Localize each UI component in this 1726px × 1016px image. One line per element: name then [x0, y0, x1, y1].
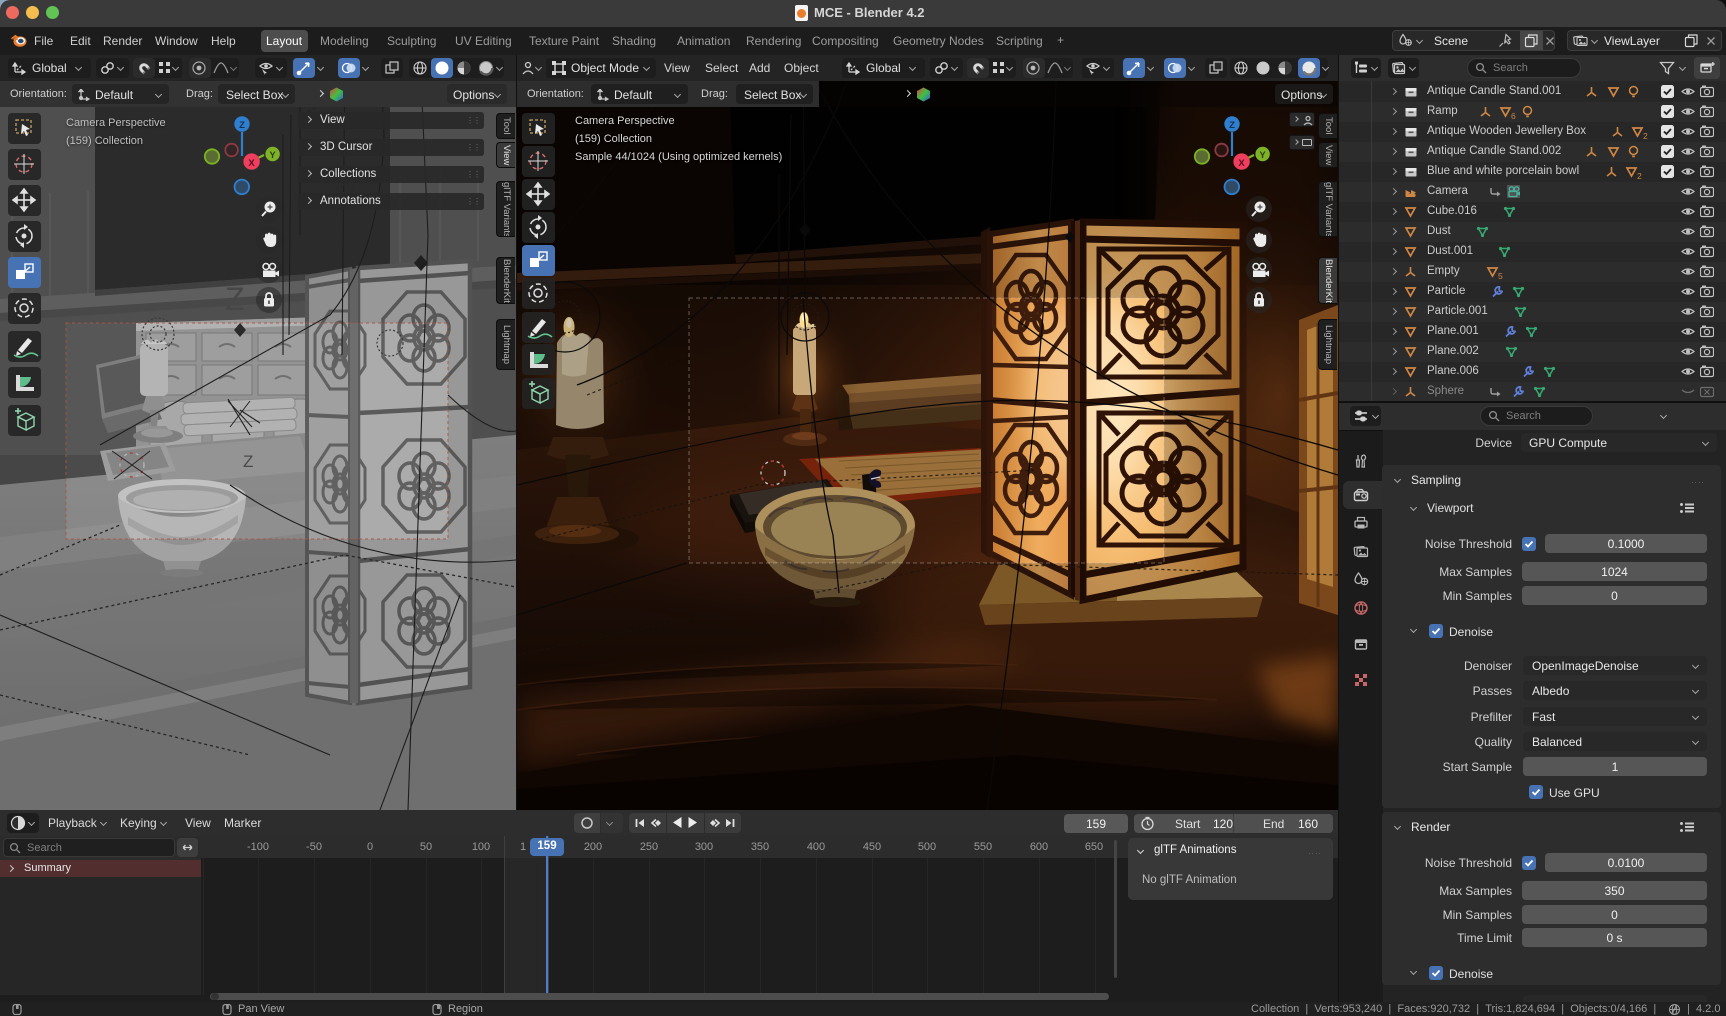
svg-text:Y: Y: [269, 150, 276, 161]
svg-text:Z: Z: [225, 281, 245, 317]
svg-text:X: X: [1238, 158, 1245, 169]
svg-text:Z: Z: [1229, 120, 1235, 131]
svg-text:Y: Y: [1259, 150, 1266, 161]
svg-text:X: X: [248, 158, 255, 169]
svg-text:Z: Z: [239, 120, 245, 131]
svg-text:Z: Z: [243, 452, 253, 471]
